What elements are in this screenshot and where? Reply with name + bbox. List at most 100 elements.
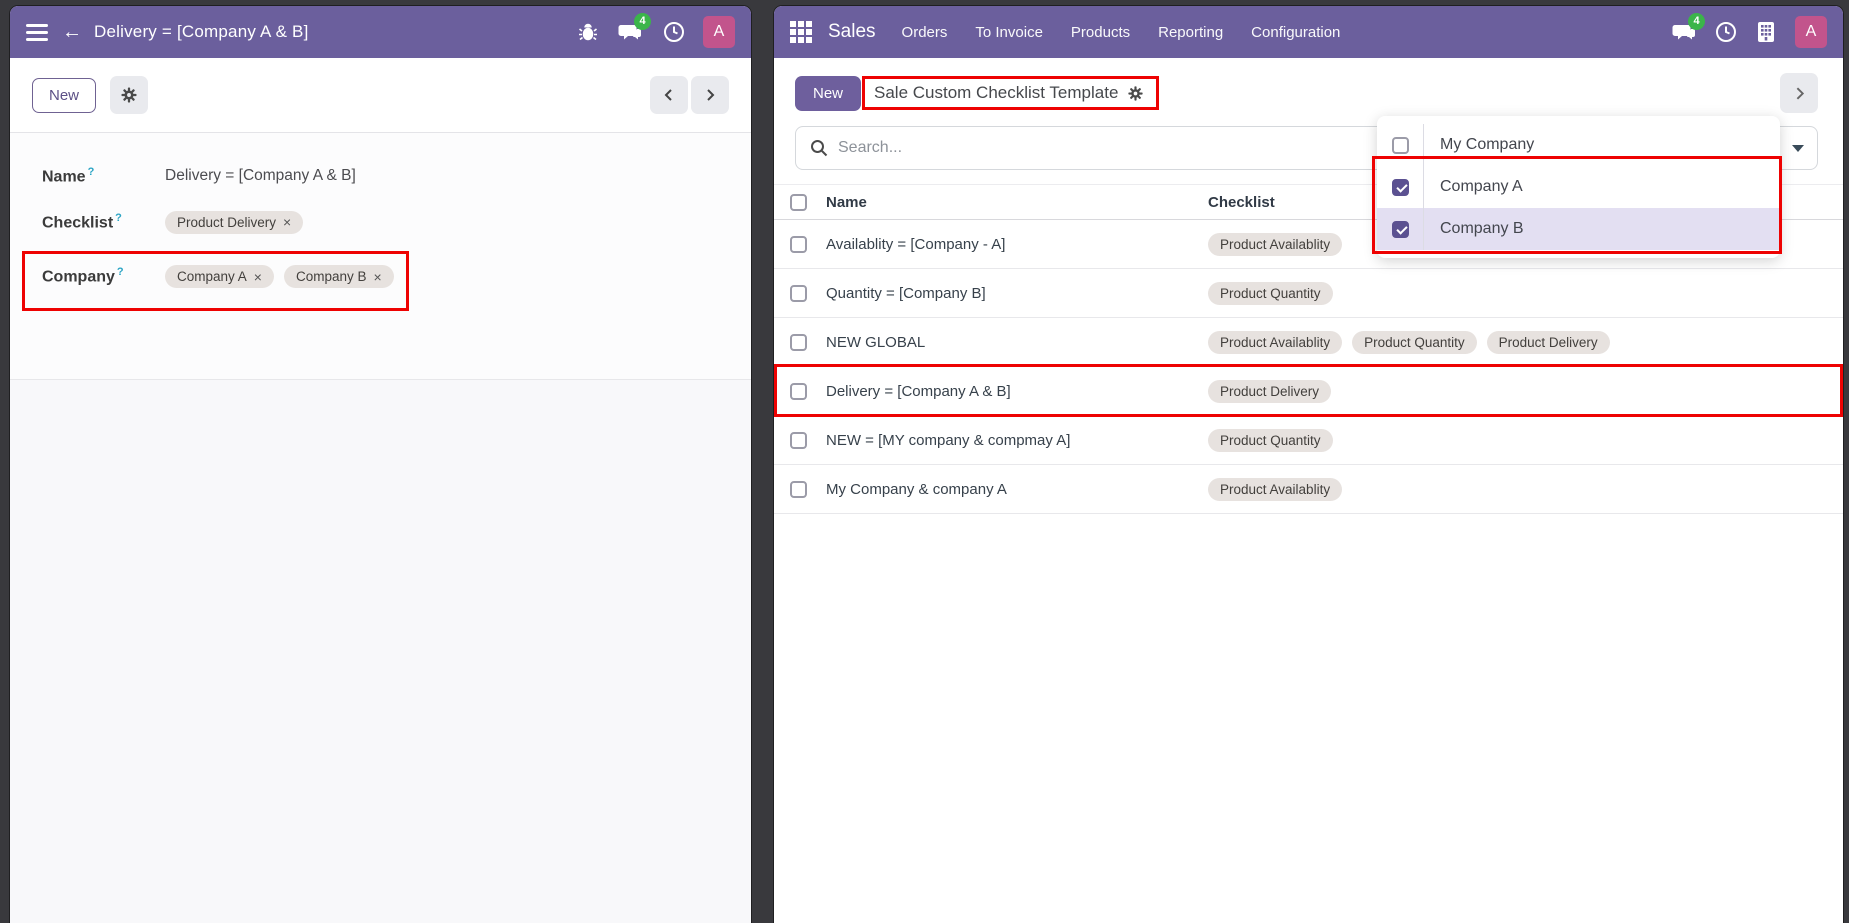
name-field-row: Name? Delivery = [Company A & B] [42,161,751,191]
activities-clock-icon[interactable] [1709,15,1743,49]
company-dropdown-item[interactable]: My Company [1377,124,1780,166]
nav-menu-item[interactable]: To Invoice [975,24,1043,41]
checklist-tag: Product Quantity [1208,282,1333,305]
back-arrow-icon[interactable]: ← [62,22,82,42]
row-name: Availablity = [Company - A] [826,236,1208,253]
company-label: Company B [1423,208,1780,250]
nav-menu-item[interactable]: Configuration [1251,24,1340,41]
checklist-tag: Product Availablity [1208,233,1342,256]
messages-icon[interactable]: 4 [1667,15,1701,49]
form-sheet: Name? Delivery = [Company A & B] Checkli… [10,133,751,380]
tag-remove-icon[interactable]: × [374,270,382,284]
nav-menu-item[interactable]: Reporting [1158,24,1223,41]
control-panel: New Sale Custom Checklist Template [774,58,1843,184]
name-field-label: Name? [42,166,165,186]
next-record-button[interactable] [691,76,729,114]
checklist-tag: Product Availablity [1208,478,1342,501]
row-name: NEW GLOBAL [826,334,1208,351]
activities-clock-icon[interactable] [657,15,691,49]
checklist-field-row: Checklist? Product Delivery× [42,207,751,237]
help-icon[interactable]: ? [117,266,124,278]
gear-icon[interactable] [110,76,148,114]
company-field-row: Company? Company A× Company B× [42,253,751,300]
row-checklist-tags: Product Quantity [1208,282,1843,305]
company-checkbox[interactable] [1392,221,1409,238]
next-page-button[interactable] [1780,73,1818,113]
caret-down-icon [1792,145,1804,152]
list-window: Sales Orders To Invoice Products Reporting C… [774,6,1843,923]
prev-record-button[interactable] [650,76,688,114]
checklist-tag: Product Quantity [1352,331,1477,354]
company-dropdown-item[interactable]: Company A [1377,166,1780,208]
row-checklist-tags: Product Delivery [1208,380,1843,403]
list-view: Name Checklist Availablity = [Company - … [774,184,1843,923]
company-field-label: Company? [42,266,165,286]
app-name[interactable]: Sales [828,21,876,43]
checklist-tag: Product Quantity [1208,429,1333,452]
gear-icon[interactable] [1127,85,1144,102]
checklist-field-label: Checklist? [42,212,165,232]
company-checkbox[interactable] [1392,179,1409,196]
search-icon [810,139,828,157]
row-checkbox[interactable] [790,334,807,351]
row-checkbox[interactable] [790,236,807,253]
checklist-tag: Product Delivery [1487,331,1610,354]
help-icon[interactable]: ? [115,212,122,224]
apps-grid-icon[interactable] [790,21,812,43]
row-checkbox[interactable] [790,481,807,498]
help-icon[interactable]: ? [88,166,95,178]
field-tag: Product Delivery× [165,211,303,234]
form-window: ← Delivery = [Company A & B] 4 A Ne [10,6,751,923]
row-checklist-tags: Product Availablity Product Quantity Produ… [1208,331,1843,354]
row-checkbox[interactable] [790,383,807,400]
nav-menu-item[interactable]: Products [1071,24,1130,41]
new-button[interactable]: New [795,76,861,111]
tag-remove-icon[interactable]: × [283,215,291,229]
new-button[interactable]: New [32,78,96,113]
right-appbar: Sales Orders To Invoice Products Reporting C… [774,6,1843,58]
table-body: Availablity = [Company - A] Product Avai… [774,220,1843,514]
left-toolbar: New [10,58,751,133]
left-appbar: ← Delivery = [Company A & B] 4 A [10,6,751,58]
row-name: NEW = [MY company & compmay A] [826,432,1208,449]
table-row[interactable]: NEW = [MY company & compmay A] Product Q… [774,416,1843,465]
column-header-name[interactable]: Name [826,194,1208,211]
bug-icon[interactable] [571,15,605,49]
table-row[interactable]: Quantity = [Company B] Product Quantity [774,269,1843,318]
breadcrumb-title[interactable]: Sale Custom Checklist Template [874,83,1118,103]
checklist-tag: Product Availablity [1208,331,1342,354]
table-row[interactable]: Delivery = [Company A & B] Product Deliv… [774,367,1843,416]
row-checkbox[interactable] [790,432,807,449]
search-dropdown-toggle[interactable] [1777,127,1817,169]
checklist-tags: Product Delivery× [165,211,303,234]
row-name: My Company & company A [826,481,1208,498]
select-all-checkbox[interactable] [790,194,807,211]
company-dropdown-item[interactable]: Company B [1377,208,1780,250]
company-tags: Company A× Company B× [165,265,394,288]
app-nav-menu: Orders To Invoice Products Reporting Configu… [902,24,1341,41]
hamburger-menu-icon[interactable] [26,24,48,41]
tag-remove-icon[interactable]: × [254,270,262,284]
row-name: Delivery = [Company A & B] [826,383,1208,400]
user-avatar[interactable]: A [1795,16,1827,48]
messages-count-badge: 4 [634,13,651,30]
table-row[interactable]: My Company & company A Product Availabli… [774,465,1843,514]
company-label: Company A [1423,166,1780,208]
field-tag: Company A× [165,265,274,288]
nav-menu-item[interactable]: Orders [902,24,948,41]
company-building-icon[interactable] [1749,15,1783,49]
row-checklist-tags: Product Availablity [1208,478,1843,501]
breadcrumb-highlight-box: Sale Custom Checklist Template [862,76,1159,110]
row-checklist-tags: Product Quantity [1208,429,1843,452]
messages-icon[interactable]: 4 [613,15,647,49]
record-title: Delivery = [Company A & B] [94,22,309,42]
table-row[interactable]: NEW GLOBAL Product Availablity Product Qu… [774,318,1843,367]
field-tag: Company B× [284,265,394,288]
company-switcher-dropdown: My Company Company A Company B [1377,116,1780,258]
row-name: Quantity = [Company B] [826,285,1208,302]
name-field-value[interactable]: Delivery = [Company A & B] [165,167,356,185]
checklist-tag: Product Delivery [1208,380,1331,403]
company-checkbox[interactable] [1392,137,1409,154]
user-avatar[interactable]: A [703,16,735,48]
row-checkbox[interactable] [790,285,807,302]
